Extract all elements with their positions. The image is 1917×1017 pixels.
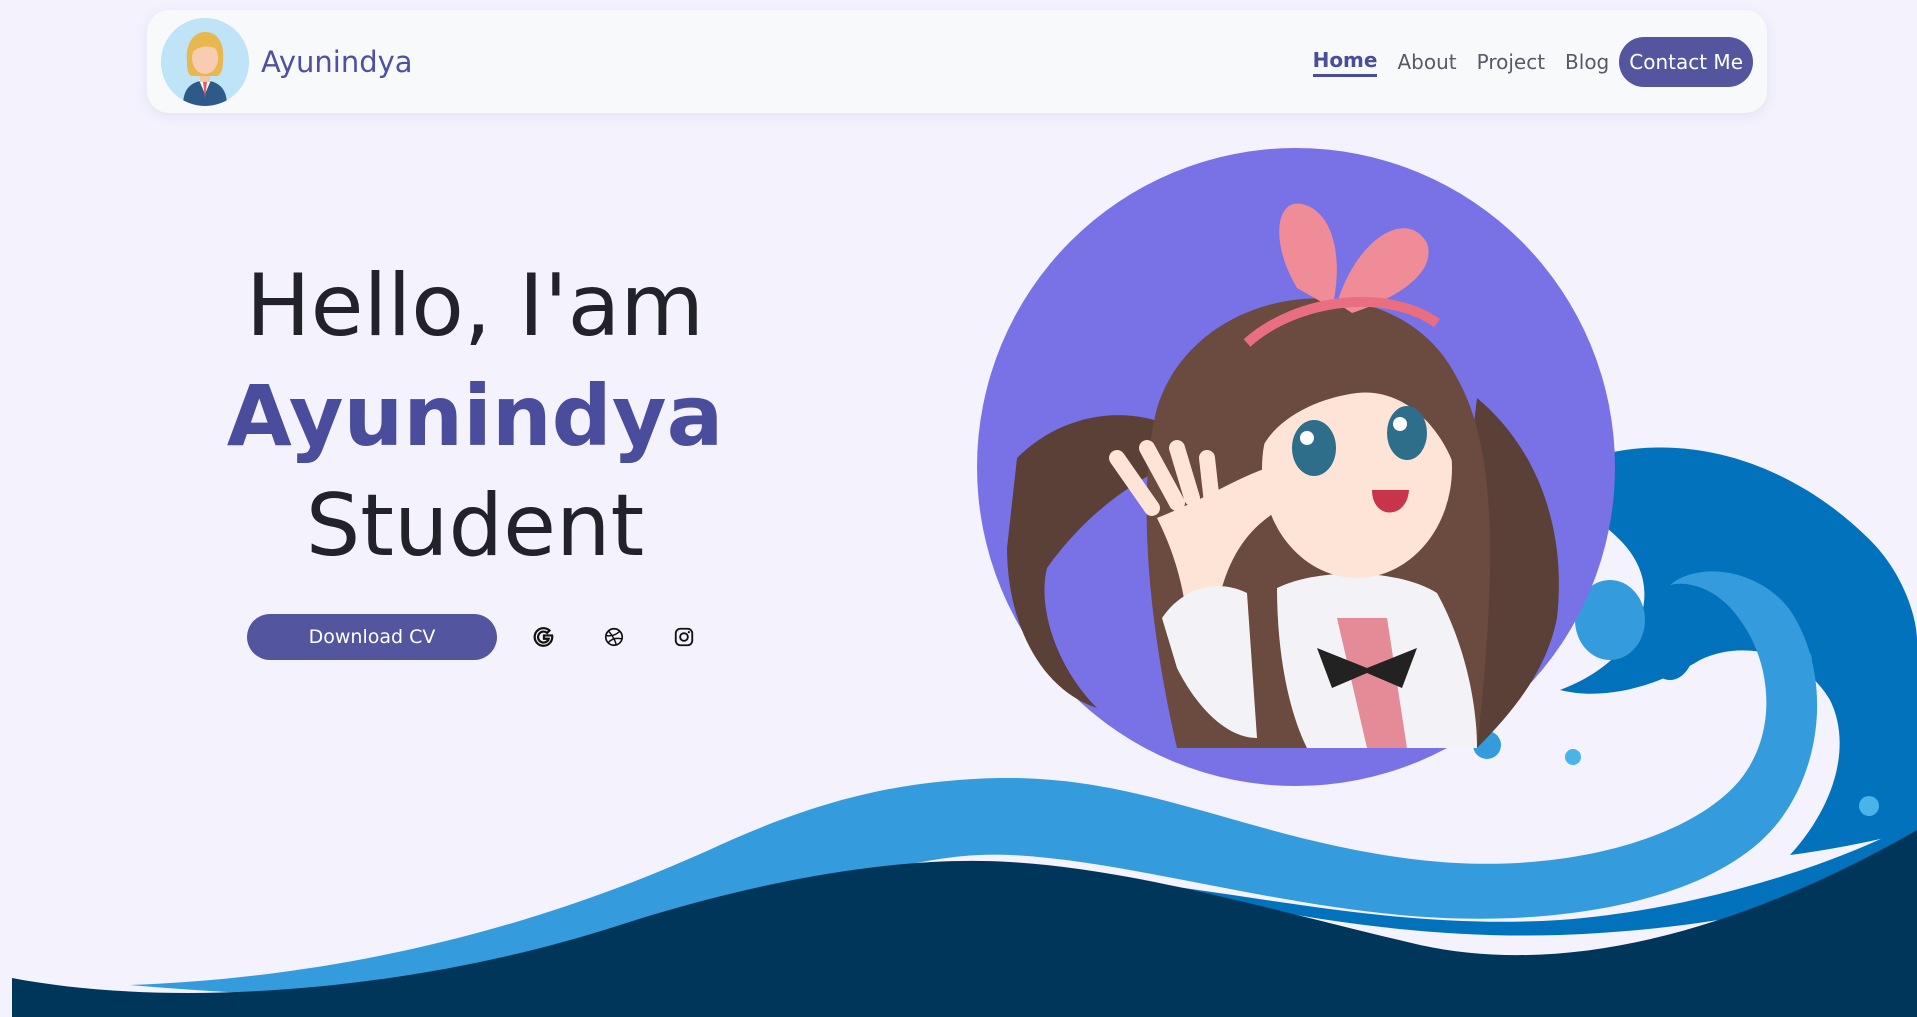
page: Ayunindya Home About Project Blog Contac… [0,0,1917,1017]
splash-drop [1859,796,1879,816]
google-icon[interactable] [529,622,559,652]
instagram-icon[interactable] [669,622,699,652]
hero-greeting: Hello, I'am [245,256,705,356]
hero-text: Hello, I'am Ayunindya Student [175,250,775,582]
nav-item-blog[interactable]: Blog [1565,50,1609,74]
hero-name: Ayunindya [226,367,724,465]
nav-item-project[interactable]: Project [1477,50,1545,74]
navbar: Ayunindya Home About Project Blog Contac… [147,10,1767,113]
nav-item-home[interactable]: Home [1312,48,1378,77]
splash-drop [1840,825,1852,837]
portrait-illustration [977,148,1615,786]
nav-item-about[interactable]: About [1397,50,1456,74]
contact-me-button[interactable]: Contact Me [1619,37,1753,87]
download-cv-button[interactable]: Download CV [247,614,497,660]
brand-name: Ayunindya [261,45,413,79]
brand[interactable]: Ayunindya [161,18,413,106]
splash-blob [1644,600,1696,680]
hero-role: Student [305,476,645,576]
dribbble-icon[interactable] [599,622,629,652]
hero-actions: Download CV [247,614,699,660]
nav-links: Home About Project Blog Contact Me [1312,37,1753,87]
avatar [161,18,249,106]
